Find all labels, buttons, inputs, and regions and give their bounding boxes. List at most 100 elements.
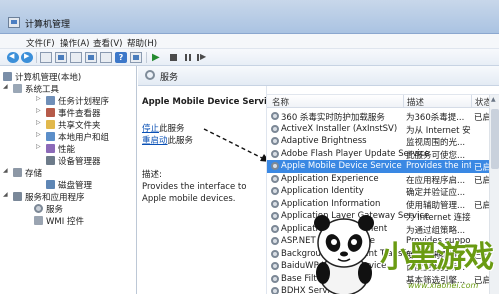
- gear-icon: [271, 237, 279, 245]
- stop-service-row: 停止此服务: [142, 124, 185, 134]
- restart-service-link[interactable]: 重启动: [142, 136, 168, 146]
- tree-item-shared-folders[interactable]: ▷ 共享文件夹: [36, 119, 136, 131]
- expand-icon[interactable]: ▷: [36, 107, 41, 114]
- tree-item-task-scheduler[interactable]: ▷ 任务计划程序: [36, 95, 136, 107]
- window-title: 计算机管理: [25, 20, 71, 30]
- tree-item-disk-management[interactable]: 磁盘管理: [46, 179, 136, 191]
- menu-help[interactable]: 帮助(H): [127, 37, 157, 49]
- menu-bar: 文件(F) 操作(A) 查看(V) 帮助(H): [0, 34, 499, 49]
- service-description: 在应用程序启...: [406, 175, 466, 186]
- gear-icon: [271, 187, 279, 195]
- stop-service-link[interactable]: 停止: [142, 124, 159, 134]
- service-name: 360 杀毒实时防护加载服务: [281, 113, 385, 123]
- scroll-up-icon[interactable]: ▲: [491, 96, 496, 103]
- gear-icon: [271, 274, 279, 283]
- storage-icon: [13, 168, 22, 177]
- service-description: 为360杀毒提...: [406, 113, 465, 123]
- menu-action[interactable]: 操作(A): [60, 37, 89, 49]
- gear-icon: [34, 204, 43, 213]
- folder-icon: [46, 120, 55, 129]
- service-detail-panel: Apple Mobile Device Service 停止此服务 重启动此服务…: [138, 86, 278, 294]
- services-apps-icon: [13, 192, 22, 201]
- tree-item-wmi[interactable]: WMI 控件: [34, 215, 134, 227]
- collapse-icon[interactable]: ◢: [3, 167, 8, 174]
- show-tree-icon[interactable]: [55, 52, 67, 63]
- gear-icon: [271, 124, 279, 133]
- properties-icon[interactable]: [70, 52, 82, 63]
- service-row[interactable]: Application Information 使用辅助管理... 已启: [267, 198, 499, 211]
- service-row[interactable]: 360 杀毒实时防护加载服务 为360杀毒提... 已启: [267, 110, 499, 123]
- scroll-thumb[interactable]: [491, 109, 499, 169]
- watermark-url: www.xiaohei.com: [408, 281, 479, 290]
- collapse-icon[interactable]: ◢: [3, 191, 8, 198]
- tree-item-system-tools[interactable]: ◢ 系统工具: [3, 83, 133, 95]
- service-name: Application Experience: [281, 173, 379, 184]
- start-service-icon[interactable]: ▶: [152, 52, 164, 63]
- event-viewer-icon: [46, 108, 55, 117]
- tree-item-local-users[interactable]: ▷ 本地用户和组: [36, 131, 136, 143]
- watermark-text: 小黑游戏: [380, 240, 494, 275]
- clock-icon: [46, 96, 55, 105]
- tree-item-device-manager[interactable]: 设备管理器: [46, 155, 136, 167]
- restart-service-icon[interactable]: [196, 52, 208, 63]
- device-manager-icon: [46, 156, 55, 165]
- panda-mascot-icon: [314, 215, 374, 294]
- expand-icon[interactable]: ▷: [36, 95, 41, 102]
- forward-icon[interactable]: [21, 52, 33, 63]
- up-folder-icon[interactable]: [40, 52, 52, 63]
- tree-item-services[interactable]: 服务: [34, 203, 134, 215]
- gear-icon: [271, 137, 279, 145]
- navigation-tree: 计算机管理(本地) ◢ 系统工具 ▷ 任务计划程序 ▷ 事件查看器 ▷ 共享文件…: [0, 66, 137, 294]
- gear-icon: [271, 224, 279, 233]
- back-icon[interactable]: [7, 52, 19, 63]
- show-action-pane-icon[interactable]: [130, 52, 142, 63]
- service-name: Apple Mobile Device Service: [281, 161, 402, 171]
- service-description: 为 Internet 连接...: [406, 213, 471, 223]
- expand-icon[interactable]: ▷: [36, 131, 41, 138]
- service-name: ActiveX Installer (AxInstSV): [281, 123, 398, 134]
- service-row[interactable]: Application Experience 在应用程序启... 已启: [267, 173, 499, 186]
- tree-item-storage[interactable]: ◢ 存储: [3, 167, 133, 179]
- expand-icon[interactable]: ▷: [36, 143, 41, 150]
- tree-item-services-apps[interactable]: ◢ 服务和应用程序: [3, 191, 133, 203]
- computer-icon: [3, 72, 12, 81]
- gear-icon: [271, 112, 279, 120]
- service-row[interactable]: ActiveX Installer (AxInstSV) 为从 Internet …: [267, 123, 499, 136]
- menu-file[interactable]: 文件(F): [26, 37, 55, 49]
- services-pane-title: 服务: [160, 73, 179, 83]
- service-description: 此服务可使您...: [406, 150, 466, 161]
- help-icon[interactable]: ?: [115, 52, 127, 63]
- column-header-description[interactable]: 描述: [407, 96, 424, 108]
- column-header-name[interactable]: 名称: [272, 96, 289, 108]
- users-icon: [46, 132, 55, 141]
- tree-item-root[interactable]: 计算机管理(本地): [3, 71, 133, 83]
- tree-item-performance[interactable]: ▷ 性能: [36, 143, 136, 155]
- services-pane-header: 服务: [138, 66, 499, 86]
- menu-view[interactable]: 查看(V): [93, 37, 122, 49]
- service-description: 为从 Internet 安...: [406, 125, 471, 136]
- selected-service-title: Apple Mobile Device Service: [142, 97, 278, 107]
- gear-icon: [271, 212, 279, 220]
- disk-icon: [46, 180, 55, 189]
- collapse-icon[interactable]: ◢: [3, 83, 8, 90]
- expand-icon[interactable]: ▷: [36, 119, 41, 126]
- service-description: 使用辅助管理...: [406, 200, 466, 211]
- service-row[interactable]: Adobe Flash Player Update Service 此服务可使您.…: [267, 148, 499, 161]
- service-row[interactable]: Application Layer Gateway Service 为 Inter…: [267, 210, 499, 223]
- stop-service-icon[interactable]: [168, 52, 180, 63]
- service-description: 确定并验证应...: [406, 188, 466, 198]
- service-row[interactable]: Application Identity 确定并验证应...: [267, 185, 499, 198]
- refresh-icon[interactable]: [85, 52, 97, 63]
- gear-icon: [271, 199, 279, 208]
- tree-item-event-viewer[interactable]: ▷ 事件查看器: [36, 107, 136, 119]
- description-label: 描述:: [142, 170, 162, 180]
- pause-service-icon[interactable]: [182, 52, 194, 63]
- service-description: 监视周围的光...: [406, 138, 466, 148]
- list-header: 名称 描述 状态: [267, 94, 499, 108]
- restart-service-row: 重启动此服务: [142, 136, 194, 146]
- export-icon[interactable]: [100, 52, 112, 63]
- wmi-icon: [34, 216, 43, 225]
- service-row[interactable]: Apple Mobile Device Service Provides the …: [267, 160, 499, 173]
- service-row[interactable]: Adaptive Brightness 监视周围的光...: [267, 135, 499, 148]
- service-name: Application Identity: [281, 186, 364, 196]
